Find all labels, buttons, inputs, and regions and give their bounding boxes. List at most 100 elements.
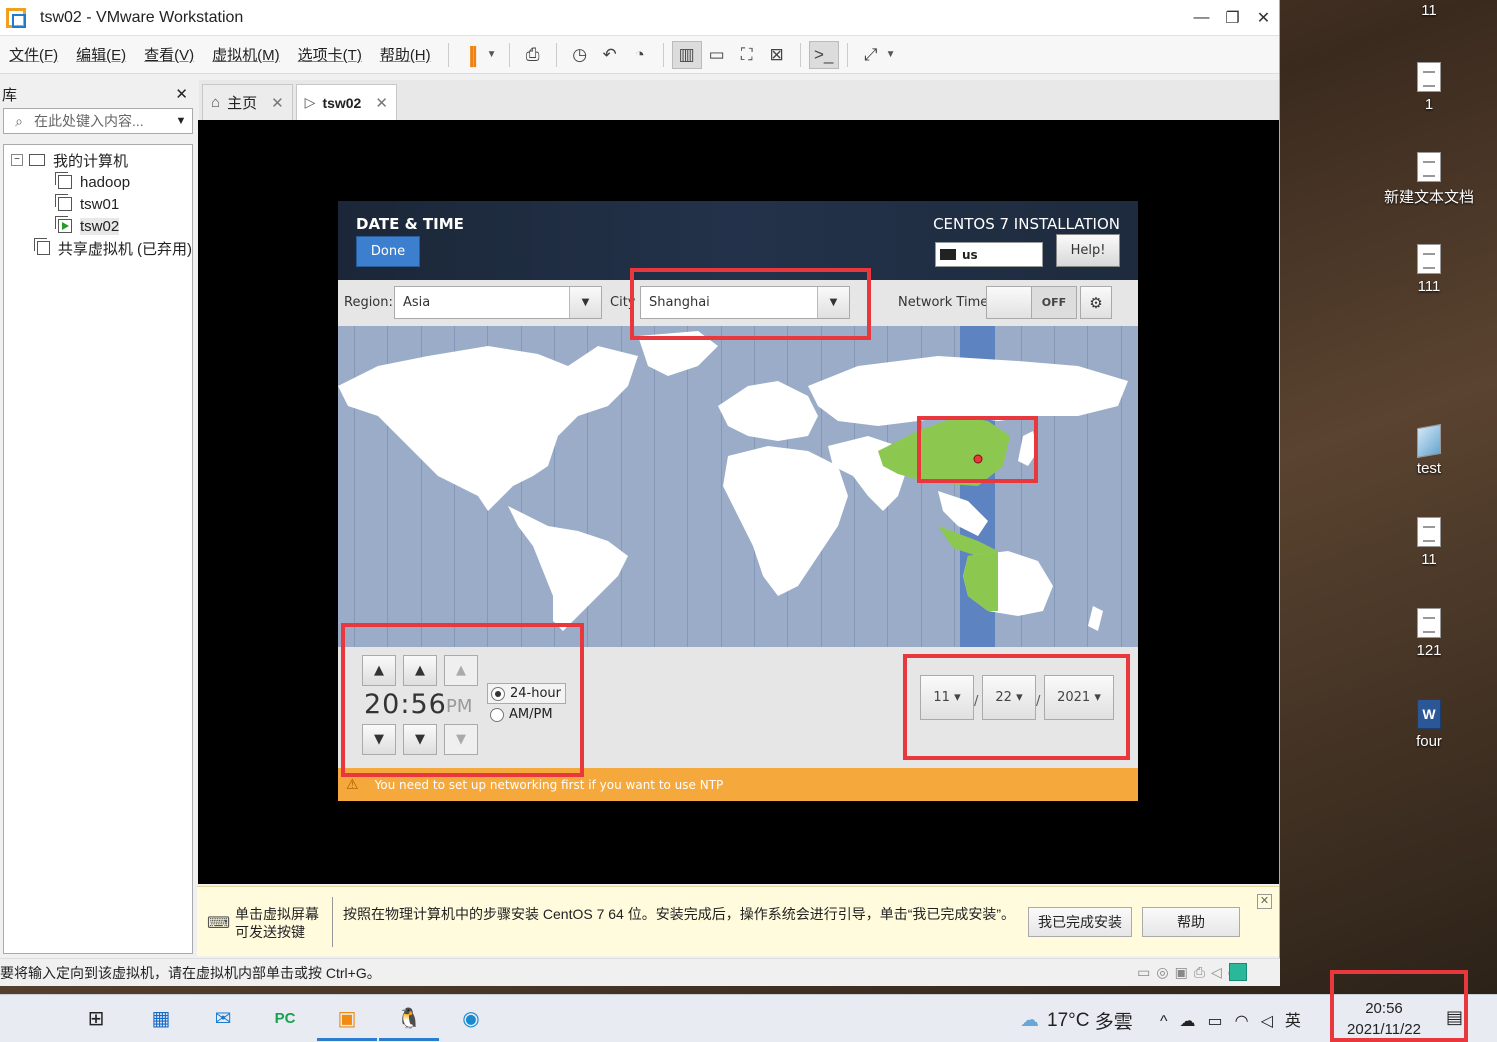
desktop-icon-label: 新建文本文档 [1383,189,1474,206]
library-panel: 库 ✕ ⌕ 在此处键入内容... ▼ − 我的计算机 hadoop tsw01 [0,80,196,958]
vm-console[interactable]: DATE & TIME CENTOS 7 INSTALLATION Done u… [198,120,1279,884]
menu-edit[interactable]: 编辑(E) [67,44,135,65]
library-close-icon[interactable]: ✕ [175,85,188,103]
year-select[interactable]: 2021 ▾ [1044,675,1114,720]
centos-installer-date-time: DATE & TIME CENTOS 7 INSTALLATION Done u… [338,201,1138,801]
computer-icon [29,154,45,166]
installer-title: DATE & TIME [356,215,464,233]
tab-close-icon[interactable]: ✕ [271,94,284,112]
hour-up-button[interactable]: ▲ [362,655,396,686]
network-time-toggle[interactable]: OFF [986,286,1077,319]
chevron-down-icon[interactable]: ▼ [886,49,900,60]
radio-label: 24-hour [510,686,562,701]
desktop-icon-new-text-doc[interactable]: 新建文本文档 [1379,152,1479,207]
show-library-icon[interactable]: ▥ [671,40,702,69]
revert-snapshot-icon[interactable]: ↶ [595,41,625,69]
mail-icon[interactable]: ✉ [207,1002,239,1034]
minimize-button[interactable]: — [1186,9,1217,27]
tree-item-shared-vms[interactable]: 共享虚拟机 (已弃用) [4,237,192,259]
toolbar-separator [555,42,557,67]
desktop-icon-four[interactable]: four [1379,699,1479,750]
stretch-guest-icon[interactable]: ⤢ [856,41,886,69]
radio-unselected-icon [490,707,504,722]
menu-file[interactable]: 文件(F) [0,44,67,65]
microsoft-store-icon[interactable]: ▦ [145,1002,177,1034]
send-ctrl-alt-del-icon[interactable]: ⎙ [518,41,548,69]
city-select[interactable]: Shanghai ▼ [640,286,850,319]
radio-label: AM/PM [509,707,553,722]
tab-home[interactable]: ⌂ 主页 ✕ [202,84,293,120]
chevron-down-icon: ▼ [817,287,849,318]
radio-24-hour[interactable]: 24-hour [487,683,567,704]
done-button[interactable]: Done [356,236,420,267]
tree-item-hadoop[interactable]: hadoop [4,171,192,193]
chevron-down-icon[interactable]: ▼ [170,115,192,127]
desktop-icon-label: 121 [1416,642,1442,659]
window-title: tsw02 - VMware Workstation [40,8,244,26]
close-icon[interactable]: ✕ [1257,894,1272,909]
library-search[interactable]: ⌕ 在此处键入内容... ▼ [3,108,193,134]
menu-help[interactable]: 帮助(H) [371,44,440,65]
region-select[interactable]: Asia ▼ [394,286,602,319]
day-select[interactable]: 22 ▾ [982,675,1036,720]
collapse-toggle-icon[interactable]: − [11,154,23,166]
gear-icon[interactable]: ⚙ [1080,286,1112,319]
vmware-window: tsw02 - VMware Workstation — ❐ ✕ 文件(F) 编… [0,0,1280,986]
toolbar-separator [508,42,510,67]
ampm-down-button[interactable]: ▼ [444,724,478,755]
ampm-up-button[interactable]: ▲ [444,655,478,686]
notification-icon[interactable]: ▤ [1446,1007,1463,1028]
search-input[interactable]: 在此处键入内容... [34,111,170,131]
menu-view[interactable]: 查看(V) [135,44,203,65]
tree-item-tsw01[interactable]: tsw01 [4,193,192,215]
show-thumbnail-icon[interactable]: ▭ [702,41,732,69]
minute-up-button[interactable]: ▲ [403,655,437,686]
keyboard-layout-indicator[interactable]: us [935,242,1043,267]
tree-item-tsw02[interactable]: tsw02 [4,215,192,237]
task-view-icon[interactable]: ⊞ [80,1002,112,1034]
take-snapshot-icon[interactable]: ◷ [565,41,595,69]
help-button[interactable]: Help! [1056,234,1120,267]
desktop-icon-111[interactable]: 111 [1379,244,1479,295]
toolbar-separator [846,42,848,67]
edge-icon[interactable]: ◉ [455,1002,487,1034]
qq-icon[interactable]: 🐧 [379,1002,439,1041]
weather-widget[interactable]: ☁ 17°C 多雲 [1020,1007,1133,1034]
unity-icon[interactable]: ⊠ [762,41,792,69]
ime-indicator[interactable]: 英 [1285,1013,1313,1030]
taskbar-clock[interactable]: 20:56 2021/11/22 [1338,998,1430,1040]
message-log-icon[interactable] [1229,963,1247,981]
desktop-icon-11-top[interactable]: 11 [1379,2,1479,19]
restore-button[interactable]: ❐ [1217,8,1248,28]
tree-item-my-computer[interactable]: − 我的计算机 [4,149,192,171]
close-button[interactable]: ✕ [1248,8,1279,28]
hint-help-button[interactable]: 帮助 [1142,907,1240,937]
desktop-icon-11[interactable]: 11 [1379,517,1479,568]
menu-vm[interactable]: 虚拟机(M) [203,44,289,65]
desktop-icon-121[interactable]: 121 [1379,608,1479,659]
install-complete-button[interactable]: 我已完成安装 [1028,907,1132,937]
desktop-icon-test[interactable]: test [1379,423,1479,477]
title-bar: tsw02 - VMware Workstation — ❐ ✕ [0,0,1279,36]
hour-down-button[interactable]: ▼ [362,724,396,755]
minute-down-button[interactable]: ▼ [403,724,437,755]
console-view-icon[interactable]: >_ [808,40,839,69]
vm-icon [55,194,72,211]
snapshot-manager-icon[interactable]: ◔ [625,41,655,69]
vmware-taskbar-icon[interactable]: ▣ [317,1002,377,1041]
system-tray-icons[interactable]: ^☁▭◠◁英 [1160,1007,1313,1031]
timezone-map[interactable] [338,326,1138,647]
weather-temp: 17°C [1047,1009,1090,1031]
chevron-down-icon[interactable]: ▼ [487,49,501,60]
desktop-icon-1[interactable]: 1 [1379,62,1479,113]
toggle-knob [987,287,1032,318]
radio-ampm[interactable]: AM/PM [490,707,553,722]
full-screen-icon[interactable]: ⛶ [732,41,762,69]
pause-icon[interactable]: || [457,41,487,69]
month-select[interactable]: 11 ▾ [920,675,974,720]
pycharm-icon[interactable]: PC [269,1002,301,1034]
menu-tabs[interactable]: 选项卡(T) [289,44,371,65]
tab-close-icon[interactable]: ✕ [375,94,388,112]
tab-tsw02[interactable]: ▷ tsw02 ✕ [295,84,397,120]
status-bar: 要将输入定向到该虚拟机，请在虚拟机内部单击或按 Ctrl+G。 ▭◎▣⎙◁◉ [0,958,1280,986]
